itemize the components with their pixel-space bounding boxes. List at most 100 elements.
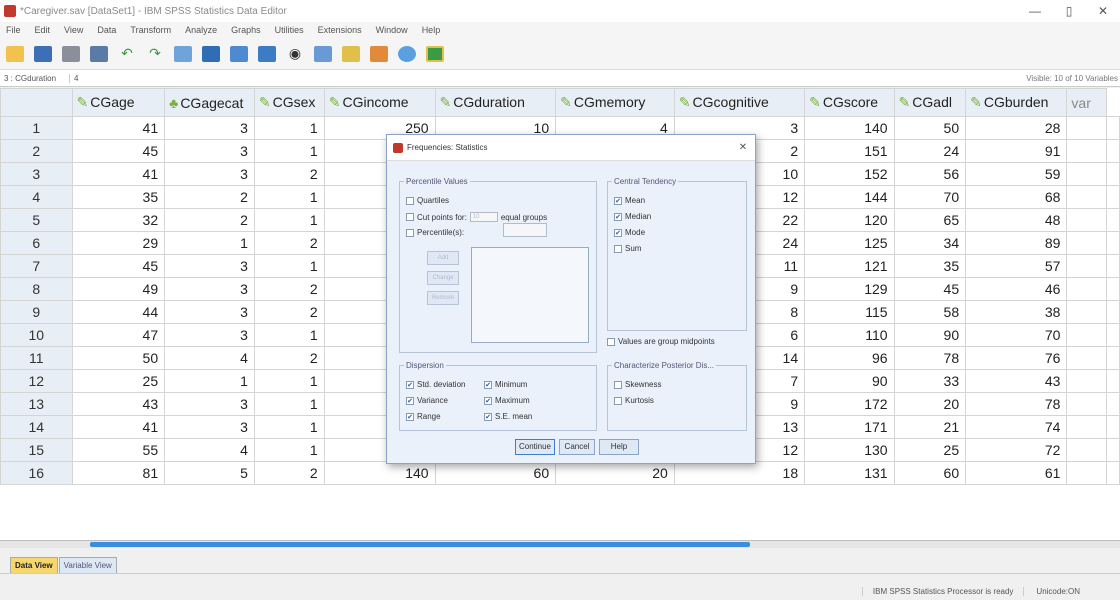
data-cell[interactable]: 2	[253, 346, 325, 370]
data-cell[interactable]: 1	[253, 139, 325, 163]
percentile-input[interactable]	[503, 223, 547, 237]
empty-cell[interactable]	[1106, 323, 1120, 347]
data-cell[interactable]: 152	[804, 162, 895, 186]
variables-icon[interactable]	[228, 43, 250, 65]
empty-cell[interactable]	[1066, 323, 1107, 347]
data-cell[interactable]: 172	[804, 392, 895, 416]
data-cell[interactable]: 78	[893, 346, 967, 370]
empty-cell[interactable]	[1106, 346, 1120, 370]
data-cell[interactable]: 3	[164, 300, 255, 324]
data-cell[interactable]: 140	[804, 116, 895, 140]
data-cell[interactable]: 20	[893, 392, 967, 416]
data-cell[interactable]: 1	[253, 116, 325, 140]
data-cell[interactable]: 49	[71, 277, 166, 301]
data-cell[interactable]: 50	[71, 346, 166, 370]
sum-checkbox[interactable]: Sum	[614, 244, 641, 253]
data-cell[interactable]: 1	[253, 323, 325, 347]
column-header[interactable]: ✎ CGscore	[804, 88, 895, 117]
row-number[interactable]: 16	[0, 461, 73, 485]
empty-cell[interactable]	[1106, 208, 1120, 232]
row-number[interactable]: 15	[0, 438, 73, 462]
data-cell[interactable]: 38	[965, 300, 1068, 324]
data-cell[interactable]: 2	[164, 208, 255, 232]
close-window-button[interactable]: ✕	[1086, 4, 1120, 18]
data-cell[interactable]: 41	[71, 162, 166, 186]
data-cell[interactable]: 2	[253, 277, 325, 301]
row-number[interactable]: 1	[0, 116, 73, 140]
continue-button[interactable]: Continue	[515, 439, 555, 455]
data-cell[interactable]: 144	[804, 185, 895, 209]
data-cell[interactable]: 1	[253, 392, 325, 416]
run-descriptives-icon[interactable]	[256, 43, 278, 65]
row-number[interactable]: 7	[0, 254, 73, 278]
data-cell[interactable]: 140	[323, 461, 436, 485]
data-cell[interactable]: 56	[893, 162, 967, 186]
empty-cell[interactable]	[1066, 162, 1107, 186]
data-cell[interactable]: 58	[893, 300, 967, 324]
column-header[interactable]: ✎ CGburden	[965, 88, 1068, 117]
menu-graphs[interactable]: Graphs	[231, 25, 261, 35]
split-file-icon[interactable]	[368, 43, 390, 65]
column-header[interactable]: ♣ CGagecat	[164, 88, 255, 117]
data-cell[interactable]: 46	[965, 277, 1068, 301]
data-cell[interactable]: 25	[71, 369, 166, 393]
column-header[interactable]: ✎ CGsex	[253, 88, 325, 117]
kurtosis-checkbox[interactable]: Kurtosis	[614, 396, 654, 405]
empty-cell[interactable]	[1106, 461, 1120, 485]
empty-cell[interactable]	[1106, 415, 1120, 439]
data-cell[interactable]: 25	[893, 438, 967, 462]
empty-cell[interactable]	[1106, 231, 1120, 255]
row-number[interactable]: 9	[0, 300, 73, 324]
empty-cell[interactable]	[1066, 461, 1107, 485]
data-cell[interactable]: 171	[804, 415, 895, 439]
empty-cell[interactable]	[1066, 139, 1107, 163]
insert-variable-icon[interactable]	[340, 43, 362, 65]
data-cell[interactable]: 1	[164, 369, 255, 393]
mode-checkbox[interactable]: ✔ Mode	[614, 228, 645, 237]
empty-cell[interactable]	[1106, 254, 1120, 278]
empty-cell[interactable]	[1066, 277, 1107, 301]
empty-cell[interactable]	[1106, 277, 1120, 301]
data-cell[interactable]: 151	[804, 139, 895, 163]
row-number[interactable]: 12	[0, 369, 73, 393]
data-cell[interactable]: 34	[893, 231, 967, 255]
empty-cell[interactable]	[1066, 369, 1107, 393]
open-icon[interactable]	[4, 43, 26, 65]
empty-cell[interactable]	[1066, 392, 1107, 416]
data-cell[interactable]: 43	[965, 369, 1068, 393]
menu-file[interactable]: File	[6, 25, 21, 35]
row-number[interactable]: 8	[0, 277, 73, 301]
data-cell[interactable]: 1	[253, 369, 325, 393]
empty-cell[interactable]	[1066, 185, 1107, 209]
empty-cell[interactable]	[1106, 162, 1120, 186]
undo-icon[interactable]: ↶	[116, 43, 138, 65]
empty-cell[interactable]	[1066, 415, 1107, 439]
empty-cell[interactable]	[1106, 185, 1120, 209]
goto-variable-icon[interactable]	[200, 43, 222, 65]
menu-window[interactable]: Window	[376, 25, 408, 35]
data-cell[interactable]: 89	[965, 231, 1068, 255]
menu-extensions[interactable]: Extensions	[318, 25, 362, 35]
data-cell[interactable]: 70	[965, 323, 1068, 347]
quartiles-checkbox[interactable]: Quartiles	[406, 196, 449, 205]
data-cell[interactable]: 110	[804, 323, 895, 347]
help-button[interactable]: Help	[599, 439, 639, 455]
menu-data[interactable]: Data	[97, 25, 116, 35]
empty-cell[interactable]	[1066, 208, 1107, 232]
data-cell[interactable]: 1	[253, 185, 325, 209]
skewness-checkbox[interactable]: Skewness	[614, 380, 661, 389]
data-cell[interactable]: 1	[253, 415, 325, 439]
data-cell[interactable]: 1	[253, 438, 325, 462]
variance-checkbox[interactable]: ✔ Variance	[406, 396, 448, 405]
data-cell[interactable]: 115	[804, 300, 895, 324]
range-checkbox[interactable]: ✔ Range	[406, 412, 441, 421]
data-cell[interactable]: 72	[965, 438, 1068, 462]
data-cell[interactable]: 32	[71, 208, 166, 232]
data-cell[interactable]: 57	[965, 254, 1068, 278]
data-cell[interactable]: 3	[164, 139, 255, 163]
data-cell[interactable]: 3	[164, 116, 255, 140]
empty-cell[interactable]	[1106, 300, 1120, 324]
data-cell[interactable]: 65	[893, 208, 967, 232]
empty-cell[interactable]	[1066, 438, 1107, 462]
data-cell[interactable]: 5	[164, 461, 255, 485]
